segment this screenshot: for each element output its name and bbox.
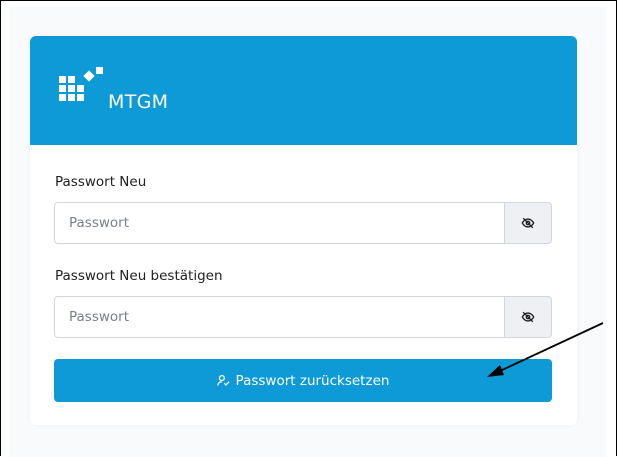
eye-slash-icon <box>521 217 535 229</box>
new-password-toggle-button[interactable] <box>505 202 552 244</box>
reset-password-button[interactable]: Passwort zurücksetzen <box>54 359 552 402</box>
confirm-password-toggle-button[interactable] <box>505 296 552 338</box>
confirm-password-input[interactable] <box>54 296 505 338</box>
brand-name: MTGM <box>108 91 169 113</box>
new-password-group <box>54 202 552 246</box>
eye-slash-icon <box>521 311 535 323</box>
new-password-input[interactable] <box>54 202 505 244</box>
new-password-label: Passwort Neu <box>55 174 147 190</box>
confirm-password-group <box>54 296 552 340</box>
user-reset-icon <box>216 374 230 387</box>
confirm-password-label: Passwort Neu bestätigen <box>55 268 223 284</box>
reset-password-button-label: Passwort zurücksetzen <box>235 372 390 389</box>
mtgm-logo-icon <box>59 67 103 101</box>
